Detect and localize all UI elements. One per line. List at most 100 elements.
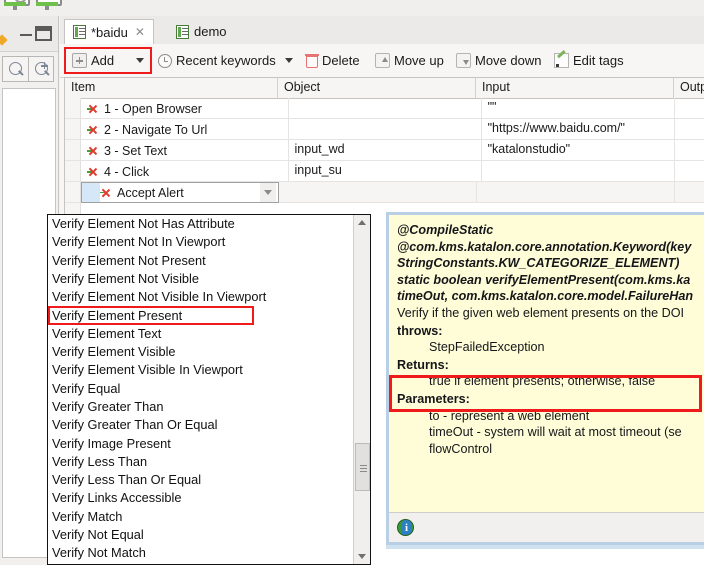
cell-output <box>675 119 704 139</box>
maximize-icon[interactable] <box>35 26 52 41</box>
cell-object: input_su <box>289 161 482 181</box>
cell-input: "" <box>482 98 675 118</box>
row-gutter-cell <box>65 119 81 139</box>
delete-button[interactable]: Delete <box>305 49 360 72</box>
scroll-up-arrow-icon[interactable] <box>354 215 370 230</box>
recent-keywords-label: Recent keywords <box>176 53 276 68</box>
keyword-combo-box[interactable]: Accept Alert <box>81 182 279 203</box>
recent-keywords-dropdown-toggle[interactable] <box>282 49 296 72</box>
table-row[interactable]: 1 - Open Browser "" <box>65 98 704 119</box>
browser-monitor-icon-1[interactable] <box>2 0 30 12</box>
edit-tags-button[interactable]: Edit tags <box>554 49 624 72</box>
column-header-input[interactable]: Input <box>476 78 674 98</box>
cell-output <box>675 161 704 181</box>
parameter-item: timeOut - system will wait at most timeo… <box>429 425 682 440</box>
panel-marker-icon <box>0 34 8 46</box>
keyword-list-item[interactable]: Verify Element Not Present <box>48 252 353 270</box>
cell-input <box>477 182 675 202</box>
signature-line: StringConstants.KW_CATEGORIZE_ELEMENT) <box>397 256 680 271</box>
keyword-list-item[interactable]: Verify Less Than Or Equal <box>48 471 353 489</box>
keyword-list-item[interactable]: Verify Element Visible In Viewport <box>48 361 353 379</box>
move-up-button[interactable]: Move up <box>375 49 444 72</box>
add-dropdown-toggle[interactable] <box>133 49 147 72</box>
tooltip-bottom-edge <box>386 545 704 549</box>
column-header-output[interactable]: Outp <box>674 78 704 98</box>
chevron-down-icon[interactable] <box>260 183 276 202</box>
parameter-item: to - represent a web element <box>429 408 590 423</box>
keyword-list-item[interactable]: Verify Greater Than Or Equal <box>48 416 353 434</box>
clock-icon <box>158 53 172 68</box>
recent-keywords-button[interactable]: Recent keywords <box>158 49 276 72</box>
test-case-icon <box>176 24 189 39</box>
info-globe-icon[interactable]: i <box>397 519 414 536</box>
cell-item-label: 3 - Set Text <box>104 144 167 158</box>
browser-monitor-icon-2[interactable] <box>34 0 62 12</box>
left-panel-header <box>0 16 58 52</box>
scrollbar-thumb[interactable] <box>355 443 370 491</box>
cell-item: 4 - Click <box>81 161 289 181</box>
returns-label: Returns: <box>397 357 449 372</box>
throws-label: throws: <box>397 323 443 338</box>
signature-line: timeOut, com.kms.katalon.core.model.Fail… <box>397 289 694 304</box>
selection-indicator <box>82 183 100 202</box>
keyword-list-item[interactable]: Verify Element Not Has Attribute <box>48 215 353 233</box>
keyword-list-item[interactable]: Verify Element Visible <box>48 343 353 361</box>
row-gutter-cell <box>65 98 81 118</box>
cell-item: 2 - Navigate To Url <box>81 119 289 139</box>
keyword-list-item[interactable]: Verify Equal <box>48 380 353 398</box>
disabled-step-icon <box>87 103 102 115</box>
move-up-button-label: Move up <box>394 53 444 68</box>
minimize-icon[interactable] <box>20 30 32 36</box>
search-icon[interactable] <box>3 57 28 81</box>
search-plus-icon[interactable] <box>29 57 54 81</box>
keyword-list-item[interactable]: Verify Links Accessible <box>48 489 353 507</box>
table-row[interactable]: 3 - Set Text input_wd "katalonstudio" <box>65 140 704 161</box>
row-gutter-cell <box>65 140 81 160</box>
table-row-editing[interactable]: Accept Alert <box>65 182 704 203</box>
cell-item: 3 - Set Text <box>81 140 289 160</box>
dropdown-scrollbar[interactable] <box>353 215 370 564</box>
keyword-list-item[interactable]: Verify Option Not Present By Label <box>48 563 353 565</box>
table-row[interactable]: 4 - Click input_su <box>65 161 704 182</box>
chevron-down-icon <box>285 58 293 63</box>
column-header-object[interactable]: Object <box>278 78 476 98</box>
keyword-dropdown-list[interactable]: Verify Element Not Has Attribute Verify E… <box>47 214 371 565</box>
arrow-down-icon <box>456 53 471 68</box>
add-button[interactable]: Add <box>72 49 114 72</box>
keyword-list-item[interactable]: Verify Less Than <box>48 453 353 471</box>
move-down-button[interactable]: Move down <box>456 49 541 72</box>
test-case-icon <box>73 25 86 39</box>
keyword-list-item[interactable]: Verify Element Text <box>48 325 353 343</box>
tab-demo-label: demo <box>194 24 227 39</box>
tab-baidu[interactable]: *baidu ✕ <box>64 19 154 44</box>
delete-button-label: Delete <box>322 53 360 68</box>
cell-output <box>675 140 704 160</box>
signature-line: static boolean verifyElementPresent(com.… <box>397 272 691 287</box>
cell-input <box>482 161 675 181</box>
keyword-list-item-selected[interactable]: Verify Element Present <box>48 306 254 325</box>
cell-object <box>289 98 482 118</box>
keyword-list-item[interactable]: Verify Not Equal <box>48 526 353 544</box>
keyword-list[interactable]: Verify Element Not Has Attribute Verify E… <box>48 215 353 564</box>
table-row[interactable]: 2 - Navigate To Url "https://www.baidu.c… <box>65 119 704 140</box>
editor-tab-bar: *baidu ✕ demo <box>60 16 704 44</box>
scroll-down-arrow-icon[interactable] <box>354 549 370 564</box>
tab-demo[interactable]: demo <box>168 19 235 44</box>
move-down-button-label: Move down <box>475 53 542 68</box>
keyword-list-item[interactable]: Verify Element Not Visible In Viewport <box>48 288 353 306</box>
keyword-list-item[interactable]: Verify Element Not In Viewport <box>48 233 353 251</box>
column-header-item[interactable]: Item <box>65 78 278 98</box>
keyword-list-item[interactable]: Verify Not Match <box>48 544 353 562</box>
documentation-content: @CompileStatic @com.kms.katalon.core.ann… <box>389 215 704 512</box>
cell-object: input_wd <box>289 140 482 160</box>
cell-item-label: 4 - Click <box>104 165 150 179</box>
trash-icon <box>305 53 319 68</box>
keyword-combo-value: Accept Alert <box>117 185 184 200</box>
close-icon[interactable]: ✕ <box>135 25 145 39</box>
row-gutter-cell <box>65 161 81 181</box>
keyword-list-item[interactable]: Verify Greater Than <box>48 398 353 416</box>
keyword-list-item[interactable]: Verify Element Not Visible <box>48 270 353 288</box>
keyword-list-item[interactable]: Verify Match <box>48 508 353 526</box>
application-window: *baidu ✕ demo Add Recent keywords Delete… <box>0 0 704 565</box>
keyword-list-item[interactable]: Verify Image Present <box>48 435 353 453</box>
